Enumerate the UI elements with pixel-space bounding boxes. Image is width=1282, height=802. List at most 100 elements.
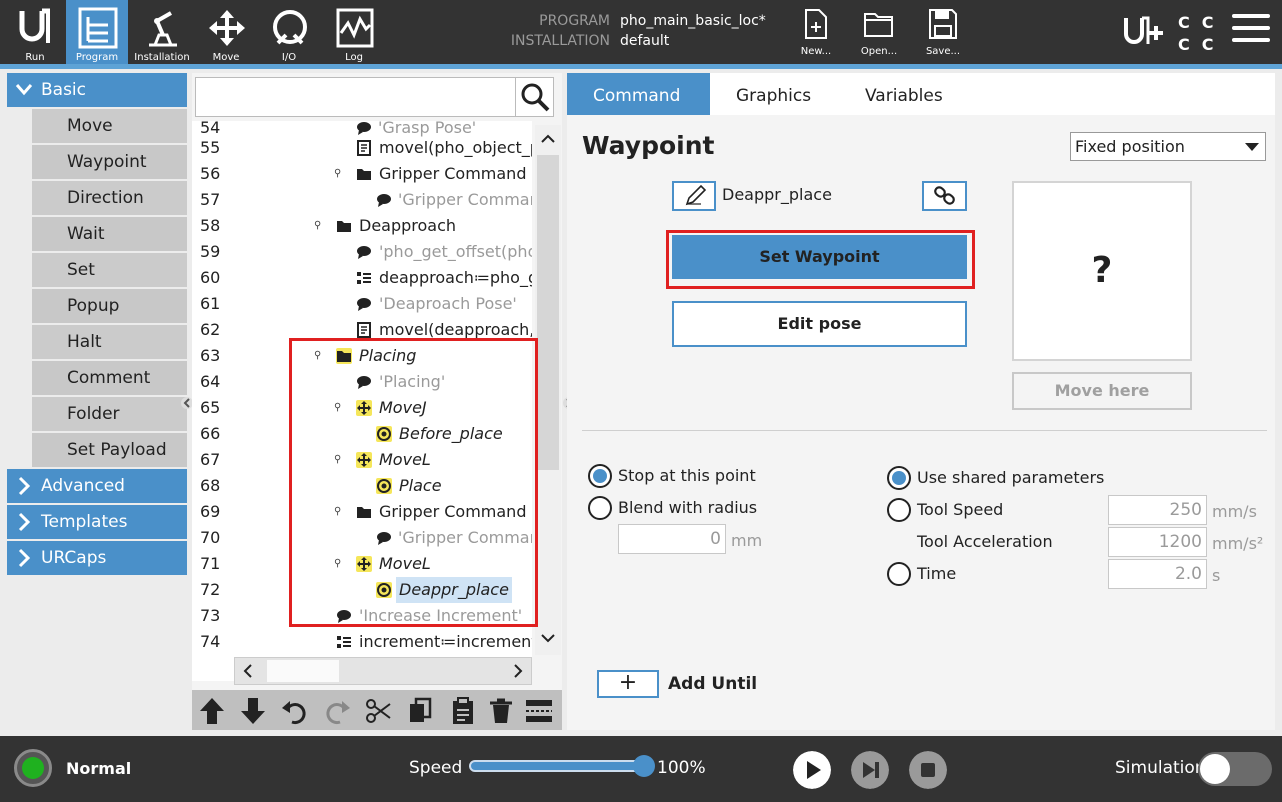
time-field[interactable]: 2.0 [1108, 559, 1207, 589]
status-indicator-icon[interactable] [14, 749, 52, 787]
sidebar-item-set-payload[interactable]: Set Payload [32, 433, 187, 467]
open-file-button[interactable]: Open... [856, 8, 902, 62]
tree-row[interactable]: 60 deapproach≔pho_g [192, 265, 532, 291]
nav-run-button[interactable]: Run [4, 0, 66, 64]
expand-toggle-icon[interactable]: ⚲ [334, 168, 344, 180]
tree-line-number: 59 [200, 242, 221, 261]
sidebar-category-advanced[interactable]: Advanced [7, 469, 187, 503]
sidebar-item-waypoint[interactable]: Waypoint [32, 145, 187, 179]
nav-program-button[interactable]: Program [66, 0, 128, 64]
blend-radius-radio[interactable] [588, 496, 612, 520]
tree-row[interactable]: 57 'Gripper Comman [192, 187, 532, 213]
position-type-select[interactable]: Fixed position [1070, 132, 1266, 161]
tree-horizontal-scrollbar[interactable] [234, 657, 532, 685]
nav-installation-button[interactable]: Installation [131, 0, 193, 64]
tree-vertical-scrollbar[interactable] [535, 125, 561, 655]
move-up-icon[interactable] [197, 696, 227, 726]
sidebar-category-urcaps[interactable]: URCaps [7, 541, 187, 575]
paste-icon[interactable] [448, 696, 478, 726]
stop-icon[interactable] [909, 751, 947, 789]
tool-speed-radio[interactable] [887, 498, 911, 522]
tree-row[interactable]: 74 increment≔increment [192, 629, 532, 655]
add-until-label: Add Until [668, 674, 758, 694]
speed-slider[interactable] [469, 760, 647, 772]
step-icon[interactable] [851, 751, 889, 789]
stop-at-point-radio[interactable] [588, 464, 612, 488]
sidebar-item-comment[interactable]: Comment [32, 361, 187, 395]
tab-graphics[interactable]: Graphics [710, 73, 837, 115]
search-icon[interactable] [515, 78, 553, 116]
link-waypoint-button[interactable] [922, 181, 967, 211]
move-arrows-icon [209, 10, 245, 46]
blend-radius-field[interactable]: 0 [618, 524, 726, 554]
sidebar-item-wait[interactable]: Wait [32, 217, 187, 251]
redo-icon[interactable] [322, 696, 352, 726]
tree-row[interactable]: 58 ⚲ Deapproach [192, 213, 532, 239]
sidebar-item-folder[interactable]: Folder [32, 397, 187, 431]
add-until-button[interactable]: + [597, 670, 659, 698]
tree-row[interactable]: 55 movel(pho_object_p [192, 135, 532, 161]
tree-node-text: increment≔increment [359, 632, 532, 651]
tree-search-input[interactable] [195, 77, 554, 117]
nav-log-button[interactable]: Log [323, 0, 385, 64]
nav-io-button[interactable]: I/O [258, 0, 320, 64]
tool-speed-field[interactable]: 250 [1108, 495, 1207, 525]
undo-icon[interactable] [280, 696, 310, 726]
delete-icon[interactable] [486, 696, 516, 726]
tree-line-number: 64 [200, 372, 221, 391]
play-icon[interactable] [793, 751, 831, 789]
speed-slider-handle[interactable] [633, 755, 655, 777]
cut-icon[interactable] [364, 696, 394, 726]
suppress-icon[interactable] [524, 696, 554, 726]
save-file-label: Save... [925, 46, 961, 57]
comment-icon [357, 298, 371, 311]
new-file-label: New... [800, 46, 832, 57]
tree-row[interactable]: 56 ⚲ Gripper Command [192, 161, 532, 187]
top-bar-accent [0, 64, 1282, 69]
installation-name: default [620, 33, 670, 49]
tool-acceleration-label: Tool Acceleration [917, 532, 1053, 551]
edit-pose-button[interactable]: Edit pose [672, 301, 967, 347]
nav-move-button[interactable]: Move [195, 0, 257, 64]
node-editor-panel: Command Graphics Variables Waypoint Fixe… [567, 73, 1275, 730]
program-meta: PROGRAM pho_main_basic_loc* INSTALLATION… [500, 11, 790, 51]
sidebar-item-halt[interactable]: Halt [32, 325, 187, 359]
chevron-down-icon [1245, 143, 1259, 151]
tree-node-text: 'Gripper Comman [398, 190, 532, 209]
new-file-button[interactable]: New... [793, 8, 839, 62]
sidebar-item-popup[interactable]: Popup [32, 289, 187, 323]
script-icon [357, 322, 371, 338]
tree-line-number: 62 [200, 320, 221, 339]
waypoint-name: Deappr_place [722, 185, 832, 204]
move-here-button[interactable]: Move here [1012, 372, 1192, 410]
copy-icon[interactable] [406, 696, 436, 726]
tab-variables[interactable]: Variables [839, 73, 969, 115]
sidebar-item-move[interactable]: Move [32, 109, 187, 143]
expand-toggle-icon[interactable]: ⚲ [314, 220, 324, 232]
tree-row[interactable]: 59 'pho_get_offset(pho [192, 239, 532, 265]
save-file-button[interactable]: Save... [920, 8, 966, 62]
sidebar-category-basic[interactable]: Basic [7, 73, 187, 107]
time-label: Time [917, 564, 957, 583]
tab-command[interactable]: Command [567, 73, 710, 115]
tree-line-number: 73 [200, 606, 221, 625]
time-radio[interactable] [887, 562, 911, 586]
sidebar-category-templates[interactable]: Templates [7, 505, 187, 539]
rename-waypoint-button[interactable] [672, 181, 716, 211]
urcaps-plus-icon[interactable] [1122, 16, 1166, 48]
sidebar-category-label: Basic [41, 80, 87, 100]
sidebar-item-set[interactable]: Set [32, 253, 187, 287]
folder-icon [337, 221, 351, 232]
tree-row[interactable]: 61 'Deaproach Pose' [192, 291, 532, 317]
move-down-icon[interactable] [238, 696, 268, 726]
tool-speed-unit: mm/s [1212, 502, 1257, 521]
simulation-toggle[interactable] [1198, 752, 1272, 786]
hamburger-menu-icon[interactable] [1232, 14, 1270, 48]
tree-line-number: 63 [200, 346, 221, 365]
highlight-box-placing [289, 338, 538, 627]
assignment-icon [337, 636, 351, 648]
cc-label: C [1178, 35, 1202, 54]
sidebar-item-direction[interactable]: Direction [32, 181, 187, 215]
shared-parameters-radio[interactable] [887, 466, 911, 490]
tool-acceleration-field[interactable]: 1200 [1108, 527, 1207, 557]
